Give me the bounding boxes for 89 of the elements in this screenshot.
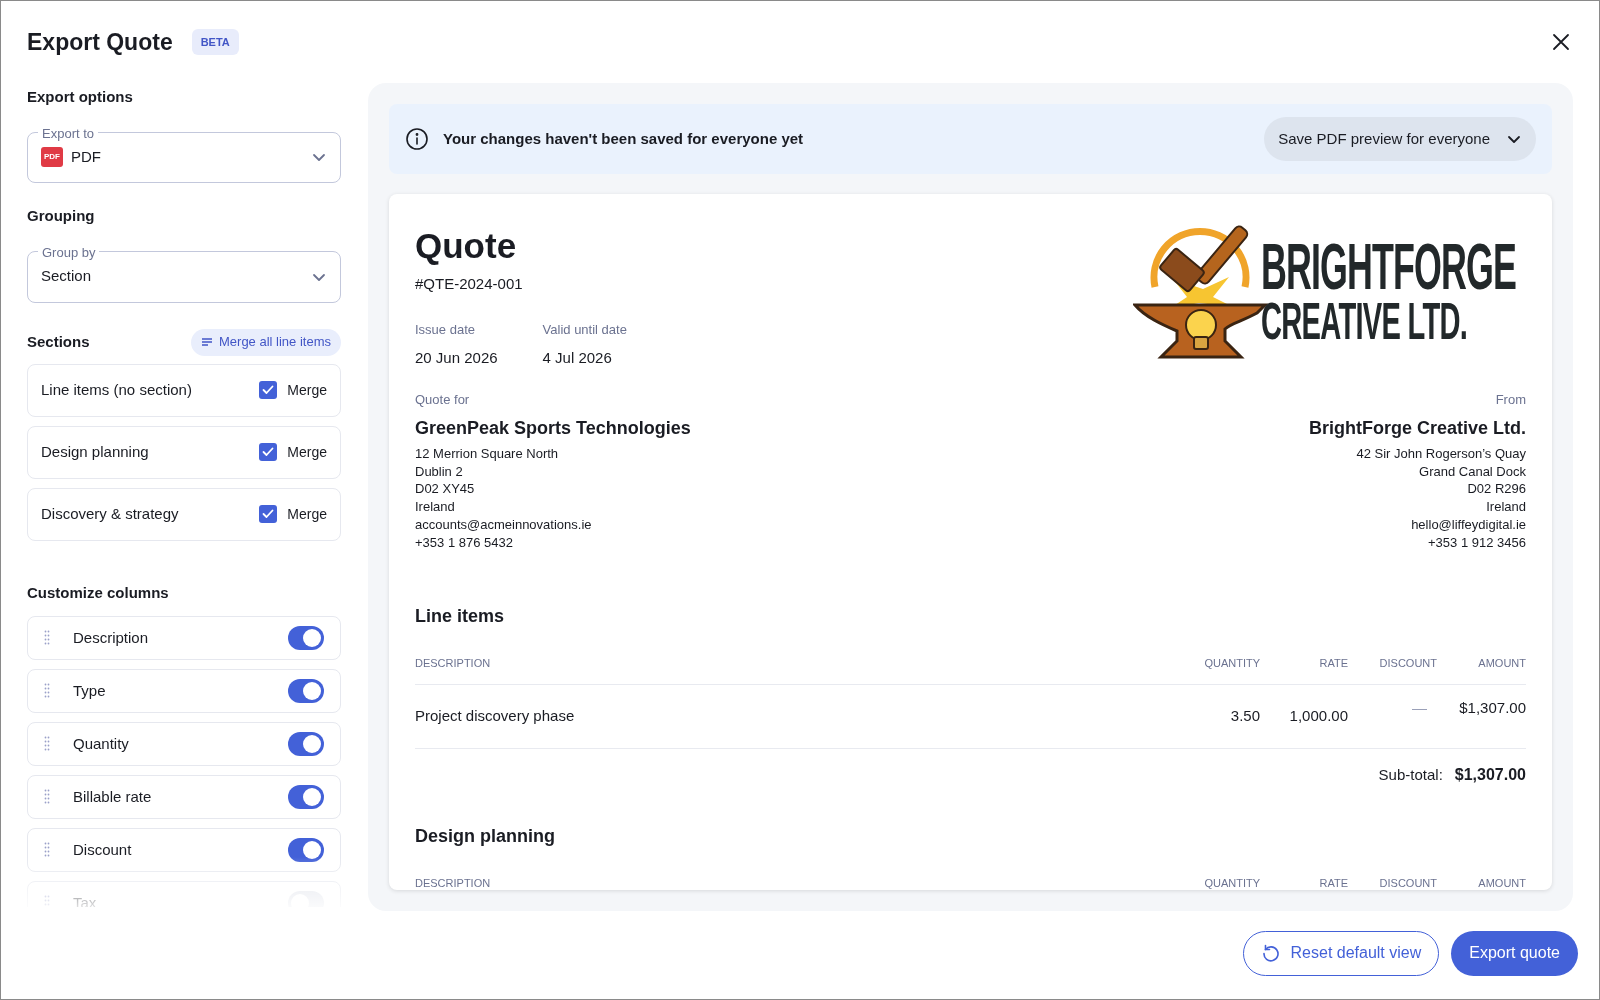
merge-checkbox[interactable] — [259, 381, 278, 400]
info-icon — [405, 127, 429, 151]
table-cell-text: Project discovery phase — [415, 706, 575, 727]
drag-handle-icon — [44, 683, 50, 700]
column-name: Discount — [73, 839, 132, 860]
column-header: DESCRIPTION — [415, 657, 491, 670]
dialog-title: Export Quote — [27, 27, 173, 57]
merge-label: Merge — [287, 380, 327, 400]
column-header: AMOUNT — [1478, 877, 1526, 890]
section-name: Design planning — [41, 441, 149, 462]
table-cell-text: — — [1412, 698, 1427, 719]
drag-handle-icon — [44, 842, 50, 859]
party-name: GreenPeak Sports Technologies — [415, 417, 691, 440]
table-cell-text: 1,000.00 — [1289, 706, 1348, 727]
section-name: Line items (no section) — [41, 379, 192, 400]
date-value: 20 Jun 2026 — [415, 348, 498, 368]
column-header: DISCOUNT — [1379, 877, 1437, 890]
column-header: DESCRIPTION — [415, 877, 491, 890]
merge-checkbox[interactable] — [259, 443, 278, 462]
close-icon — [1552, 33, 1570, 51]
check-icon — [262, 509, 275, 520]
date-label: Issue date — [415, 320, 476, 339]
merge-all-button[interactable]: Merge all line items — [191, 328, 341, 356]
date-label: Valid until date — [542, 320, 627, 339]
logo-text: BRIGHTFORGE — [1261, 237, 1516, 296]
address-line: +353 1 912 3456 — [1428, 533, 1526, 552]
address-line: Ireland — [1486, 498, 1526, 516]
merge-checkbox[interactable] — [259, 505, 278, 524]
export-quote-button[interactable]: Export quote — [1451, 930, 1578, 976]
column-name: Billable rate — [73, 786, 152, 807]
column-toggle[interactable] — [288, 732, 324, 757]
section-heading: Customize columns — [27, 582, 170, 603]
save-preview-button[interactable]: Save PDF preview for everyone — [1264, 117, 1536, 161]
section-heading: Grouping — [27, 206, 96, 227]
address-line: Ireland — [415, 498, 455, 516]
column-name: Quantity — [73, 733, 129, 754]
address-line: +353 1 876 5432 — [415, 533, 513, 552]
drag-handle-icon — [44, 789, 50, 806]
reset-icon — [1260, 943, 1281, 963]
quote-title: Quote — [415, 225, 518, 267]
address-line: Grand Canal Dock — [1419, 462, 1526, 481]
column-name: Description — [73, 627, 149, 648]
address-line: 12 Merrion Square North — [415, 445, 559, 463]
column-name: Tax — [73, 892, 97, 907]
address-line: Dublin 2 — [415, 462, 463, 481]
column-name: Type — [73, 680, 106, 701]
banner-message: Your changes haven't been saved for everyone yet — [443, 128, 804, 149]
quote-number: #QTE-2024-001 — [415, 274, 524, 294]
column-header: QUANTITY — [1204, 877, 1260, 890]
date-value: 4 Jul 2026 — [542, 348, 613, 368]
party-name: BrightForge Creative Ltd. — [1308, 417, 1526, 440]
drag-handle-icon — [44, 630, 50, 647]
column-toggle[interactable] — [288, 679, 324, 704]
subtotal-value: $1,307.00 — [1454, 765, 1526, 786]
section-name: Discovery & strategy — [41, 503, 179, 524]
drag-handle-icon — [44, 736, 50, 753]
party-label: From — [1495, 390, 1526, 409]
column-header: RATE — [1319, 657, 1348, 670]
subtotal-label: Sub-total: — [1378, 764, 1443, 785]
field-value: PDF — [71, 147, 101, 168]
column-header: QUANTITY — [1204, 657, 1260, 670]
address-line: 42 Sir John Rogerson’s Quay — [1356, 445, 1526, 463]
check-icon — [262, 447, 275, 458]
column-header: RATE — [1319, 877, 1348, 890]
table-cell-text: $1,307.00 — [1459, 698, 1526, 719]
address-line: accounts@acmeinnovations.ie — [415, 515, 592, 534]
section-title: Line items — [415, 605, 506, 629]
logo-text: CREATIVE LTD. — [1261, 295, 1468, 346]
drag-handle-icon — [44, 895, 50, 907]
column-header: DISCOUNT — [1379, 657, 1437, 670]
address-line: D02 R296 — [1467, 480, 1526, 499]
lines-icon — [201, 337, 213, 348]
beta-badge: BETA — [191, 28, 239, 56]
column-toggle[interactable] — [288, 626, 324, 651]
section-title: Design planning — [415, 825, 556, 849]
section-heading: Export options — [27, 87, 134, 107]
field-value: Section — [41, 266, 92, 287]
pdf-file-icon: PDF — [41, 147, 63, 168]
section-heading: Sections — [27, 331, 90, 352]
address-line: D02 XY45 — [415, 480, 475, 499]
column-toggle[interactable] — [288, 838, 324, 863]
check-icon — [262, 385, 275, 396]
table-cell-text: 3.50 — [1230, 706, 1260, 727]
address-line: hello@liffeydigital.ie — [1411, 515, 1526, 534]
merge-label: Merge — [287, 504, 327, 524]
column-header: AMOUNT — [1478, 657, 1526, 670]
party-label: Quote for — [415, 390, 470, 409]
column-toggle[interactable] — [288, 785, 324, 810]
merge-label: Merge — [287, 442, 327, 462]
